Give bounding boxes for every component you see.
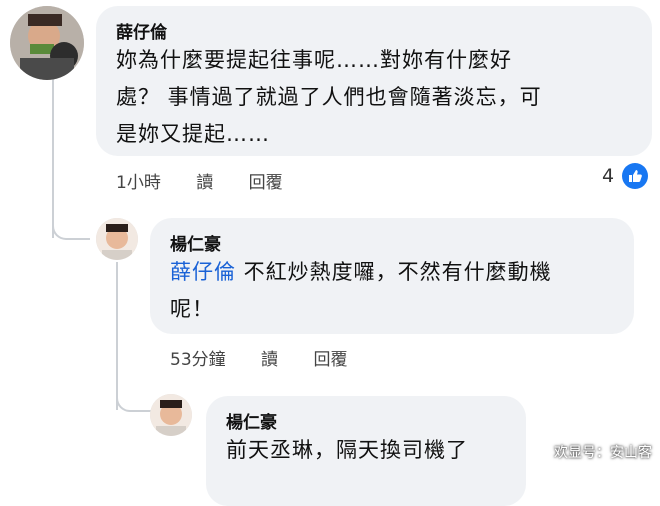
read-button[interactable]: 讀 xyxy=(261,350,278,370)
thumbs-up-icon xyxy=(622,163,649,189)
comment-author[interactable]: 楊仁豪 xyxy=(226,408,277,433)
comment-bubble: 楊仁豪 前天丞琳，隔天換司機了 xyxy=(206,396,526,506)
comment-author[interactable]: 楊仁豪 xyxy=(170,230,221,255)
reply-button[interactable]: 回覆 xyxy=(313,350,347,370)
reaction-count: 4 xyxy=(602,165,615,187)
watermark: 欢显号：安山客 xyxy=(554,445,652,461)
comment-line: 妳為什麼要提起往事呢……對妳有什麼好 xyxy=(116,48,512,72)
comment-text: 前天丞琳，隔天換司機了 xyxy=(226,432,526,469)
read-button[interactable]: 讀 xyxy=(196,173,213,193)
thread-line-2 xyxy=(116,262,118,410)
avatar[interactable] xyxy=(150,394,192,436)
avatar[interactable] xyxy=(96,218,138,260)
comment-bubble: 楊仁豪 薛仔倫 不紅炒熱度囉，不然有什麼動機 呢！ xyxy=(150,218,634,334)
comment-bubble: 薛仔倫 妳為什麼要提起往事呢……對妳有什麼好 處？ 事情過了就過了人們也會隨著淡… xyxy=(96,6,652,156)
comment-text: 薛仔倫 不紅炒熱度囉，不然有什麼動機 呢！ xyxy=(170,254,630,328)
comment-line: 前天丞琳，隔天換司機了 xyxy=(226,438,468,462)
reply-button[interactable]: 回覆 xyxy=(249,173,283,193)
comment-line-text: 不紅炒熱度囉，不然有什麼動機 xyxy=(236,260,552,284)
mention-link[interactable]: 薛仔倫 xyxy=(170,260,236,284)
comment-meta: 53分鐘 讀 回覆 xyxy=(170,345,377,370)
comment-text: 妳為什麼要提起往事呢……對妳有什麼好 處？ 事情過了就過了人們也會隨著淡忘，可 … xyxy=(116,42,646,153)
avatar[interactable] xyxy=(10,6,84,80)
thread-line-curve-2 xyxy=(116,392,152,412)
comment-line: 呢！ xyxy=(170,297,214,321)
reaction-summary[interactable]: 4 xyxy=(602,163,649,189)
comment-time[interactable]: 1小時 xyxy=(116,173,161,193)
comment-author[interactable]: 薛仔倫 xyxy=(116,18,167,43)
thread-line xyxy=(52,78,54,238)
comment-line: 是妳又提起…… xyxy=(116,122,270,146)
thread-line-curve xyxy=(52,222,90,240)
comment-line: 處？ 事情過了就過了人們也會隨著淡忘，可 xyxy=(116,85,542,109)
comment-meta: 1小時 讀 回覆 xyxy=(116,168,313,193)
comment-time[interactable]: 53分鐘 xyxy=(170,350,226,370)
comment-line: 薛仔倫 不紅炒熱度囉，不然有什麼動機 xyxy=(170,254,630,291)
